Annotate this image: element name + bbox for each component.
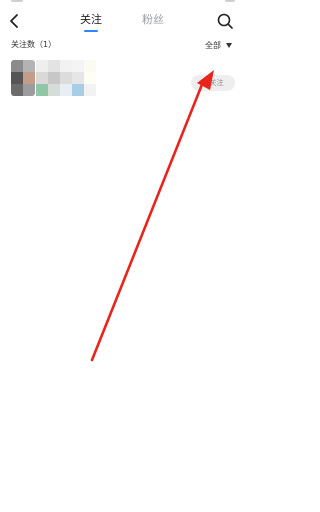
tab-fans[interactable]: 粉丝 bbox=[142, 13, 164, 27]
filter-label: 全部 bbox=[205, 40, 221, 50]
list-item[interactable]: 已关注 bbox=[0, 58, 245, 102]
top-navigation-bar: 关注 粉丝 bbox=[0, 8, 245, 36]
avatar[interactable] bbox=[11, 60, 35, 96]
caret-down-icon bbox=[226, 42, 232, 48]
status-bar-time-fragment bbox=[11, 0, 23, 2]
obscured-username[interactable] bbox=[36, 60, 96, 96]
list-header: 关注数（1） 全部 bbox=[0, 38, 245, 54]
filter-dropdown[interactable]: 全部 bbox=[205, 38, 232, 52]
following-count-label: 关注数（1） bbox=[11, 40, 57, 49]
tab-following[interactable]: 关注 bbox=[80, 13, 102, 27]
status-bar bbox=[0, 0, 245, 6]
followed-button[interactable]: 已关注 bbox=[191, 75, 235, 91]
status-bar-battery-fragment bbox=[225, 0, 235, 2]
active-tab-indicator bbox=[84, 30, 98, 32]
back-icon[interactable] bbox=[6, 12, 22, 30]
search-icon[interactable] bbox=[216, 12, 234, 30]
